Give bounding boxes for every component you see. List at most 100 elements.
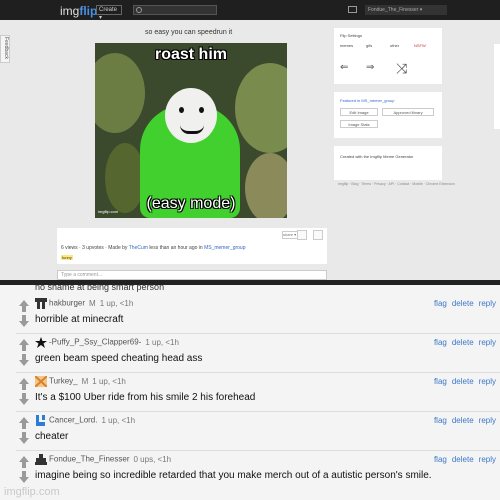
edit-image-button[interactable]: Edit Image <box>340 108 378 116</box>
comment-input[interactable]: Type a comment... <box>57 270 327 280</box>
comment-actions: flag delete reply <box>429 416 496 425</box>
reply-link[interactable]: reply <box>479 299 496 308</box>
comment-item: Cancer_Lord. 1 up, <1h cheater flag delete… <box>0 414 500 451</box>
flag-link[interactable]: flag <box>434 299 447 308</box>
filter-option-memes[interactable]: memes <box>340 43 353 48</box>
reply-link[interactable]: reply <box>479 416 496 425</box>
filter-option-other[interactable]: other <box>390 43 399 48</box>
downvote-arrow-icon[interactable] <box>18 353 30 367</box>
image-info-panel: share ▾ 6 views · 3 upvotes · Made by Th… <box>57 228 327 264</box>
reply-link[interactable]: reply <box>479 338 496 347</box>
reply-link[interactable]: reply <box>479 455 496 464</box>
flag-link[interactable]: flag <box>434 377 447 386</box>
comment-header: Fondue_The_Finesser 0 ups, <1h <box>35 454 171 466</box>
comment-text: horrible at minecraft <box>35 314 124 325</box>
comment-vote-controls <box>18 414 30 446</box>
right-panel-edge <box>494 44 500 129</box>
user-menu-button[interactable]: Fondue_The_Finesser ▾ <box>365 5 447 15</box>
delete-link[interactable]: delete <box>452 338 474 347</box>
comment-header: Turkey_ M 1 up, <1h <box>34 375 126 388</box>
comment-header: -Puffy_P_Ssy_Clapper69- 1 up, <1h <box>35 337 179 349</box>
comment-item: Fondue_The_Finesser 0 ups, <1h imagine be… <box>0 453 500 490</box>
flip-settings-panel: Flip Settings memes gifs other NSFW ⇐ ⇒ … <box>334 28 442 84</box>
comment-vote-controls <box>18 336 30 368</box>
comment-vote-controls <box>18 297 30 329</box>
divider <box>16 450 500 451</box>
image-stats-button[interactable]: Image Stats <box>340 120 378 128</box>
avatar[interactable] <box>35 454 47 465</box>
upvote-arrow-icon[interactable] <box>18 299 30 313</box>
comment-username[interactable]: Turkey_ <box>49 377 78 386</box>
library-button[interactable]: Approved library <box>382 108 434 116</box>
comment-item: -Puffy_P_Ssy_Clapper69- 1 up, <1h green b… <box>0 336 500 373</box>
comment-actions: flag delete reply <box>429 338 496 347</box>
search-icon <box>136 7 142 13</box>
comment-item: Turkey_ M 1 up, <1h It's a $100 Uber ride … <box>0 375 500 412</box>
comment-text: cheater <box>35 431 69 442</box>
next-arrow-icon[interactable]: ⇒ <box>366 62 374 73</box>
upvote-arrow-icon[interactable] <box>18 338 30 352</box>
downvote-arrow-icon[interactable] <box>18 431 30 445</box>
meme-top-text: roast him <box>154 46 227 63</box>
filter-option-nsfw[interactable]: NSFW <box>414 43 426 48</box>
upvote-arrow-icon[interactable] <box>18 377 30 391</box>
search-input[interactable] <box>133 5 217 15</box>
delete-link[interactable]: delete <box>452 377 474 386</box>
delete-link[interactable]: delete <box>452 455 474 464</box>
flag-link[interactable]: flag <box>434 416 447 425</box>
comment-actions: flag delete reply <box>429 377 496 386</box>
comment-username[interactable]: -Puffy_P_Ssy_Clapper69- <box>49 338 141 347</box>
delete-link[interactable]: delete <box>452 299 474 308</box>
image-stats: 6 views · 3 upvotes · Made by TheCum les… <box>61 245 246 251</box>
messages-icon[interactable] <box>348 6 357 13</box>
shuffle-icon[interactable]: ⤨ <box>396 60 407 77</box>
comment-header: hakburger M 1 up, <1h <box>35 298 133 310</box>
meme-watermark: imgflip.com <box>98 209 119 214</box>
stream-link[interactable]: MS_memer_group <box>204 245 245 251</box>
meme-image[interactable]: roast him (easy mode) imgflip.com <box>95 43 287 218</box>
imgflip-logo[interactable]: imgflip <box>60 4 97 18</box>
comment-username[interactable]: hakburger <box>49 299 85 308</box>
comment-actions: flag delete reply <box>429 299 496 308</box>
featured-panel: Featured in MS_memer_group Edit Image Ap… <box>334 92 442 138</box>
prev-arrow-icon[interactable]: ⇐ <box>340 62 348 73</box>
created-with-panel: Created with the Imgflip Meme Generator <box>334 146 442 180</box>
downvote-arrow-icon[interactable] <box>18 392 30 406</box>
downvote-arrow-icon[interactable] <box>18 470 30 484</box>
feedback-tab[interactable]: Feedback <box>0 35 10 63</box>
comment-header: Cancer_Lord. 1 up, <1h <box>35 415 135 427</box>
flag-link[interactable]: flag <box>434 338 447 347</box>
avatar[interactable] <box>35 415 47 426</box>
create-menu-button[interactable]: Create ▾ <box>96 5 122 21</box>
comment-username[interactable]: Cancer_Lord. <box>49 416 97 425</box>
filter-option-gifs[interactable]: gifs <box>366 43 372 48</box>
downvote-arrow-icon[interactable] <box>18 314 30 328</box>
image-downvote-button[interactable] <box>313 230 323 240</box>
avatar[interactable] <box>34 375 48 388</box>
author-link[interactable]: TheCum <box>129 245 148 251</box>
divider <box>16 372 500 373</box>
comment-username[interactable]: Fondue_The_Finesser <box>49 455 130 464</box>
comments-section: no shame at being smart person hakburger… <box>0 282 500 500</box>
upvote-arrow-icon[interactable] <box>18 416 30 430</box>
avatar[interactable] <box>35 298 47 309</box>
sidebar-footer: Imgflip · Blog · Terms · Privacy · API ·… <box>338 182 455 186</box>
comment-text: green beam speed cheating head ass <box>35 353 203 364</box>
avatar[interactable] <box>35 337 47 348</box>
image-upvote-button[interactable] <box>297 230 307 240</box>
comment-text: imagine being so incredible retarded tha… <box>35 470 432 481</box>
divider <box>16 333 500 334</box>
upvote-arrow-icon[interactable] <box>18 455 30 469</box>
tag-badge[interactable]: funny <box>61 255 73 260</box>
top-nav-bar: imgflip Create ▾ Fondue_The_Finesser ▾ <box>0 0 500 21</box>
flag-link[interactable]: flag <box>434 455 447 464</box>
comment-vote-controls <box>18 375 30 407</box>
partial-comment-text: no shame at being smart person <box>35 282 165 292</box>
embedded-screenshot: imgflip Create ▾ Fondue_The_Finesser ▾ F… <box>0 0 500 280</box>
meme-bottom-text: (easy mode) <box>146 195 236 212</box>
comment-text: It's a $100 Uber ride from his smile 2 h… <box>35 392 256 403</box>
delete-link[interactable]: delete <box>452 416 474 425</box>
comment-vote-controls <box>18 453 30 485</box>
reply-link[interactable]: reply <box>479 377 496 386</box>
imgflip-watermark: imgflip.com <box>4 486 60 498</box>
